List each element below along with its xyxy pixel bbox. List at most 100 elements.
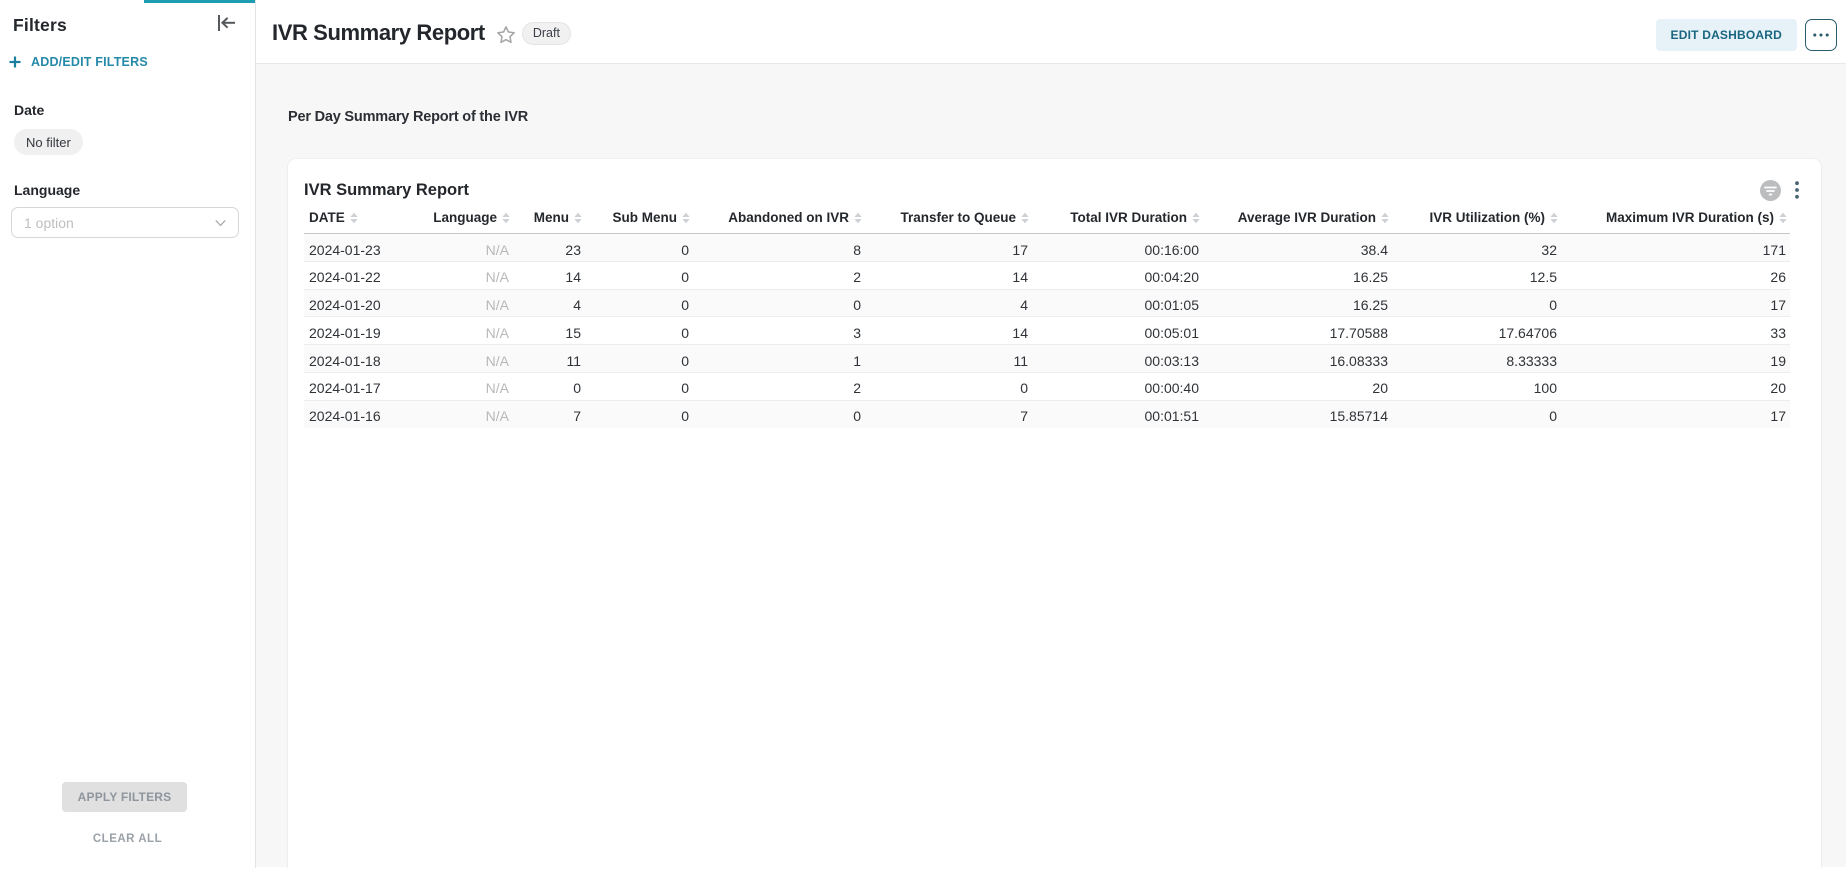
table-cell: 00:05:01 [1032,317,1203,345]
table-row: 2024-01-19N/A15031400:05:0117.7058817.64… [304,317,1790,345]
table-cell: 171 [1561,234,1790,262]
column-header-ivr-utilization-[interactable]: IVR Utilization (%) [1392,204,1561,234]
table-cell: 14 [513,261,585,289]
table-cell: 0 [585,345,693,373]
table-cell: 00:03:13 [1032,345,1203,373]
table-cell: 2024-01-18 [304,345,444,373]
table-cell: N/A [444,234,513,262]
ellipsis-icon [1813,33,1829,37]
table-cell: 4 [513,289,585,317]
table-cell: 0 [585,261,693,289]
column-label: Total IVR Duration [1070,209,1187,227]
collapse-sidebar-button[interactable] [213,11,239,37]
sort-icon [853,211,863,225]
star-icon [496,22,516,45]
table-cell: N/A [444,261,513,289]
table-row: 2024-01-17N/A002000:00:402010020 [304,372,1790,400]
sort-icon [573,211,583,225]
page-header: IVR Summary Report Draft EDIT DASHBOARD [256,0,1846,64]
table-cell: 17 [865,234,1032,262]
widget-actions [1760,180,1799,201]
table-cell: 2024-01-20 [304,289,444,317]
column-header-maximum-ivr-duration-s-[interactable]: Maximum IVR Duration (s) [1561,204,1790,234]
column-label: Sub Menu [613,209,678,227]
sort-icon [1778,211,1788,225]
column-label: Abandoned on IVR [728,209,849,227]
table-row: 2024-01-20N/A400400:01:0516.25017 [304,289,1790,317]
table-row: 2024-01-22N/A14021400:04:2016.2512.526 [304,261,1790,289]
column-label: IVR Utilization (%) [1430,209,1546,227]
sort-icon [1549,211,1559,225]
table-cell: 2 [693,372,865,400]
widget-title: IVR Summary Report [304,181,469,200]
column-header-total-ivr-duration[interactable]: Total IVR Duration [1032,204,1203,234]
collapse-panel-icon [216,13,236,36]
column-header-date[interactable]: DATE [304,204,444,234]
language-select[interactable]: 1 option [11,207,239,238]
column-header-average-ivr-duration[interactable]: Average IVR Duration [1203,204,1392,234]
table-cell: 7 [513,400,585,427]
table-cell: 32 [1392,234,1561,262]
table-row: 2024-01-16N/A700700:01:5115.85714017 [304,400,1790,427]
favorite-star-button[interactable] [496,22,516,45]
table-cell: N/A [444,400,513,427]
apply-filters-button[interactable]: APPLY FILTERS [62,782,187,812]
column-header-menu[interactable]: Menu [513,204,585,234]
language-filter-label: Language [14,182,80,198]
table-cell: 1 [693,345,865,373]
more-options-button[interactable] [1805,19,1837,51]
sidebar-accent-bar [144,0,255,3]
table-cell: N/A [444,372,513,400]
column-header-language[interactable]: Language [444,204,513,234]
table-cell: 14 [865,261,1032,289]
table-cell: 33 [1561,317,1790,345]
table-cell: 26 [1561,261,1790,289]
page-title: IVR Summary Report [272,20,485,46]
table-cell: 2024-01-19 [304,317,444,345]
table-cell: 0 [1392,400,1561,427]
table-cell: 16.25 [1203,289,1392,317]
table-cell: 0 [1392,289,1561,317]
table-cell: 20 [1203,372,1392,400]
widget-filter-button[interactable] [1760,180,1781,201]
clear-all-button[interactable]: CLEAR ALL [0,833,255,845]
table-cell: 00:01:05 [1032,289,1203,317]
table-cell: 2024-01-17 [304,372,444,400]
table-cell: 38.4 [1203,234,1392,262]
edit-dashboard-button[interactable]: EDIT DASHBOARD [1656,19,1797,51]
report-table: DATELanguage Menu Sub Menu Abandoned on IVR… [304,204,1790,428]
column-label: Average IVR Duration [1238,209,1376,227]
table-cell: 00:04:20 [1032,261,1203,289]
column-label: Menu [534,209,569,227]
table-cell: 20 [1561,372,1790,400]
column-label: Maximum IVR Duration (s) [1606,209,1774,227]
kebab-menu-icon [1795,181,1799,199]
report-table-wrap: DATELanguage Menu Sub Menu Abandoned on IVR… [304,204,1805,428]
table-cell: 0 [693,400,865,427]
table-cell: 11 [865,345,1032,373]
table-cell: 2 [693,261,865,289]
sort-icon [349,211,359,225]
sort-icon [1191,211,1201,225]
table-cell: N/A [444,317,513,345]
column-header-abandoned-on-ivr[interactable]: Abandoned on IVR [693,204,865,234]
table-cell: 17.64706 [1392,317,1561,345]
language-select-value: 1 option [24,215,74,231]
plus-icon [9,56,21,68]
filter-funnel-icon [1760,180,1781,201]
table-cell: 17 [1561,400,1790,427]
widget-menu-button[interactable] [1795,181,1799,199]
column-header-sub-menu[interactable]: Sub Menu [585,204,693,234]
add-edit-filters-label: ADD/EDIT FILTERS [31,55,148,69]
add-edit-filters-link[interactable]: ADD/EDIT FILTERS [9,55,148,69]
table-cell: 2024-01-22 [304,261,444,289]
table-cell: 0 [585,289,693,317]
column-header-transfer-to-queue[interactable]: Transfer to Queue [865,204,1032,234]
table-cell: 15.85714 [1203,400,1392,427]
date-filter-chip[interactable]: No filter [14,129,83,155]
table-cell: 17 [1561,289,1790,317]
column-label: Language [433,209,497,227]
table-cell: 8 [693,234,865,262]
table-cell: 2024-01-23 [304,234,444,262]
table-cell: 00:01:51 [1032,400,1203,427]
